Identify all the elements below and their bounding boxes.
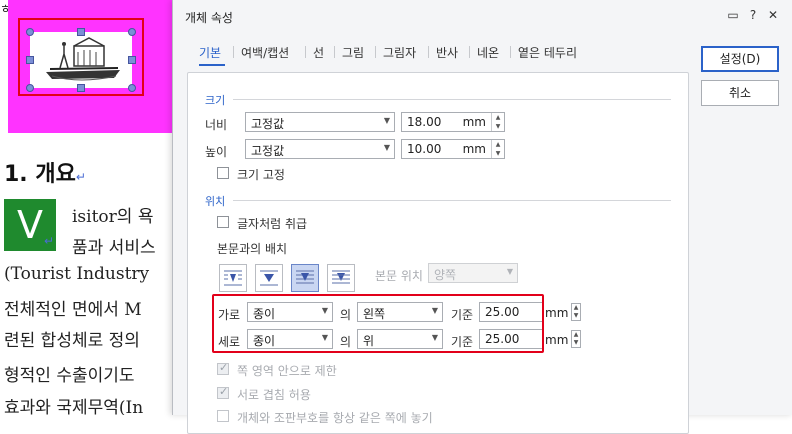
doc-line: isitor의 욕	[72, 207, 154, 227]
ship-drawing-image[interactable]	[30, 32, 132, 88]
cancel-button[interactable]: 취소	[701, 80, 779, 106]
tab-basic[interactable]: 기본	[199, 44, 221, 61]
tab-line[interactable]: 선	[313, 44, 324, 61]
lock-size-checkbox[interactable]	[217, 167, 229, 179]
resize-handle-top-left[interactable]	[26, 28, 34, 36]
tab-separator	[233, 46, 234, 58]
height-mode-select[interactable]: 고정값 ▼	[245, 139, 395, 159]
section-divider	[233, 200, 671, 201]
text-wrap-label: 본문과의 배치	[217, 242, 288, 256]
horizontal-spin-buttons[interactable]: ▲ ▼	[571, 303, 581, 321]
tab-glow[interactable]: 네온	[477, 44, 499, 61]
treat-as-char-checkbox[interactable]	[217, 216, 229, 228]
allow-overlap-checkbox[interactable]: ✓	[217, 385, 229, 399]
height-label: 높이	[205, 145, 228, 159]
section-divider	[233, 99, 671, 100]
document-area: ㅎ 1. 개요↵ V ↵ isitor의 욕 품과 서비스 (Tourist I…	[0, 0, 180, 415]
square-wrap-icon	[224, 270, 242, 286]
check-icon: ✓	[219, 361, 229, 374]
close-icon[interactable]: ✕	[765, 7, 781, 23]
body-position-select[interactable]: 양쪽 ▼	[428, 263, 518, 283]
resize-handle-top[interactable]	[77, 28, 85, 36]
chevron-down-icon: ▼	[383, 143, 390, 152]
tab-picture[interactable]: 그림	[342, 44, 364, 61]
width-value: 18.00	[407, 115, 442, 129]
vertical-unit: mm	[545, 333, 569, 347]
tight-wrap-icon	[260, 270, 278, 286]
resize-handle-top-right[interactable]	[128, 28, 136, 36]
doc-line: 효과와 국제무역(In	[4, 398, 144, 415]
behind-text-icon	[296, 270, 314, 284]
behind-text-button[interactable]	[291, 264, 319, 292]
doc-line: 품과 서비스	[72, 238, 156, 258]
allow-overlap-label: 서로 겹침 허용	[237, 388, 311, 402]
help-icon[interactable]: ?	[745, 7, 761, 23]
resize-handle-right[interactable]	[128, 56, 136, 64]
chevron-down-icon: ▼	[506, 267, 513, 276]
limit-in-page-label: 쪽 영역 안으로 제한	[237, 364, 337, 378]
check-icon: ✓	[219, 385, 229, 398]
size-section-title: 크기	[205, 94, 226, 107]
keep-same-page-checkbox[interactable]	[217, 410, 229, 422]
resize-handle-bottom-right[interactable]	[128, 84, 136, 92]
dialog-titlebar[interactable]: 개체 속성 ▭ ? ✕	[173, 0, 792, 32]
keep-same-page-label: 개체와 조판부호를 항상 같은 쪽에 놓기	[237, 411, 433, 425]
tab-shadow[interactable]: 그림자	[383, 44, 416, 61]
height-mode-value: 고정값	[251, 144, 285, 158]
tab-separator	[510, 46, 511, 58]
ok-button[interactable]: 설정(D)	[701, 46, 779, 72]
tight-wrap-button[interactable]	[255, 264, 283, 292]
tab-separator	[375, 46, 376, 58]
width-value-field[interactable]: 18.00 mm ▲ ▼	[401, 112, 505, 132]
width-unit: mm	[462, 115, 486, 129]
treat-as-char-label: 글자처럼 취급	[237, 217, 308, 231]
width-mode-value: 고정값	[251, 117, 285, 131]
resize-handle-bottom[interactable]	[77, 84, 85, 92]
position-rows-highlight	[212, 294, 544, 353]
limit-in-page-checkbox[interactable]: ✓	[217, 361, 229, 375]
dropcap-letter: V	[17, 203, 43, 247]
doc-line: 형적인 수출이기도	[4, 366, 135, 386]
tab-separator	[305, 46, 306, 58]
width-spin-buttons[interactable]: ▲ ▼	[491, 113, 504, 131]
height-unit: mm	[462, 142, 486, 156]
tab-separator	[469, 46, 470, 58]
tab-reflection[interactable]: 반사	[436, 44, 458, 61]
chevron-down-icon: ▼	[383, 116, 390, 125]
body-position-label: 본문 위치	[375, 269, 423, 283]
heading-text: 1. 개요	[4, 162, 76, 187]
in-front-of-text-button[interactable]	[327, 264, 355, 292]
width-mode-select[interactable]: 고정값 ▼	[245, 112, 395, 132]
doc-line: (Tourist Industry	[4, 264, 150, 284]
lock-size-label: 크기 고정	[237, 168, 285, 182]
position-section-title: 위치	[205, 195, 226, 208]
active-tab-indicator	[199, 64, 225, 66]
vertical-spin-buttons[interactable]: ▲ ▼	[571, 330, 581, 348]
body-position-value: 양쪽	[434, 268, 457, 282]
doc-line: 련된 합성체로 정의	[4, 331, 140, 351]
resize-handle-bottom-left[interactable]	[26, 84, 34, 92]
comment-icon[interactable]: ▭	[725, 7, 741, 23]
dropcap-paragraph-mark: ↵	[44, 234, 55, 248]
doc-line: 전체적인 면에서 M	[4, 300, 142, 320]
dialog-title: 개체 속성	[185, 11, 233, 25]
section-heading: 1. 개요↵	[4, 156, 86, 188]
width-label: 너비	[205, 118, 228, 132]
tab-separator	[428, 46, 429, 58]
horizontal-unit: mm	[545, 306, 569, 320]
height-spin-buttons[interactable]: ▲ ▼	[491, 140, 504, 158]
tab-margin-caption[interactable]: 여백/캡션	[241, 44, 289, 61]
height-value: 10.00	[407, 142, 442, 156]
tab-soft-edge[interactable]: 옅은 테두리	[518, 44, 577, 61]
in-front-of-text-icon	[332, 270, 350, 284]
ship-drawing	[46, 37, 120, 81]
square-wrap-button[interactable]	[219, 264, 247, 292]
paragraph-mark: ↵	[75, 170, 86, 184]
height-value-field[interactable]: 10.00 mm ▲ ▼	[401, 139, 505, 159]
resize-handle-left[interactable]	[26, 56, 34, 64]
tab-separator	[334, 46, 335, 58]
